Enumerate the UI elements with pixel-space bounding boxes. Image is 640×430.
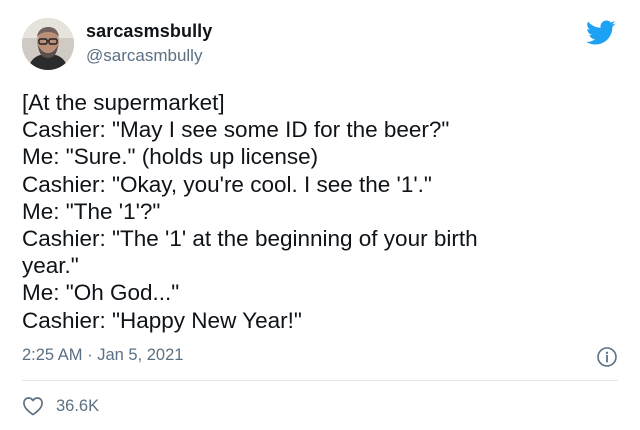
tweet-timestamp[interactable]: 2:25 AM · Jan 5, 2021 [22, 346, 183, 365]
tweet-line: Cashier: "May I see some ID for the beer… [22, 117, 450, 143]
tweet-line: Cashier: "The '1' at the beginning of yo… [22, 226, 478, 252]
author-display-name[interactable]: sarcasmsbully [86, 21, 212, 42]
info-icon[interactable] [596, 346, 618, 368]
tweet-line: Cashier: "Okay, you're cool. I see the '… [22, 171, 432, 197]
divider [22, 380, 618, 381]
avatar[interactable] [22, 18, 74, 70]
tweet-line: Me: "Oh God..." [22, 280, 180, 306]
author-handle[interactable]: @sarcasmbully [86, 46, 202, 66]
tweet-line: Cashier: "Happy New Year!" [22, 307, 302, 333]
tweet-text: [At the supermarket] Cashier: "May I see… [22, 89, 618, 334]
twitter-bird-icon[interactable] [586, 20, 616, 46]
tweet-line: Me: "Sure." (holds up license) [22, 144, 319, 170]
avatar-image [22, 18, 74, 70]
like-count: 36.6K [56, 396, 100, 415]
tweet-line: year." [22, 253, 79, 279]
heart-icon [22, 396, 44, 416]
like-button[interactable]: 36.6K [22, 394, 99, 418]
tweet-line: Me: "The '1'?" [22, 198, 161, 224]
tweet-line: [At the supermarket] [22, 90, 225, 115]
tweet-card: sarcasmsbully @sarcasmbully [At the supe… [0, 0, 640, 430]
